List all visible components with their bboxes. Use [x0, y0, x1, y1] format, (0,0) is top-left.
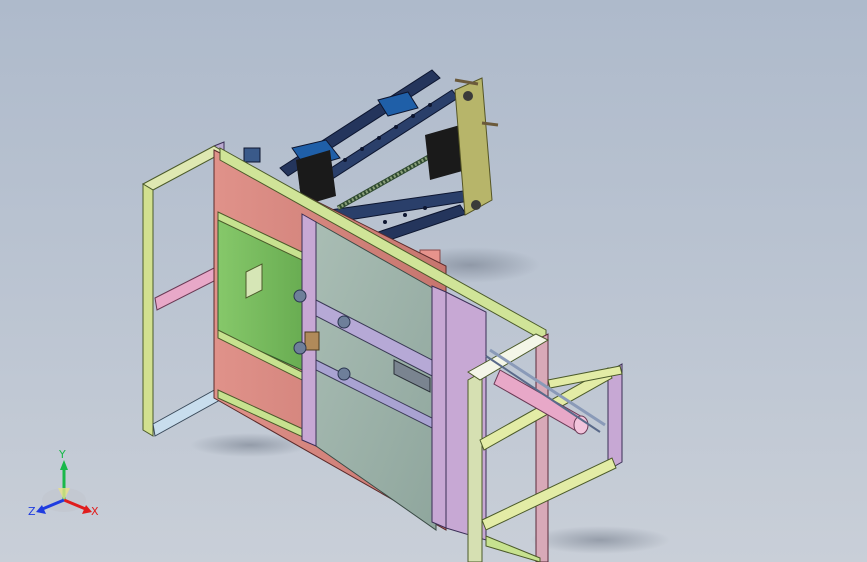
axis-triad [36, 460, 92, 514]
z-axis-label: Z [28, 505, 36, 518]
left-frame[interactable] [141, 141, 226, 437]
y-axis-arrow-icon [60, 460, 68, 470]
y-axis-label: Y [59, 448, 66, 461]
x-axis-label: X [91, 505, 99, 518]
cad-viewport[interactable]: Y X Z [0, 0, 867, 562]
assembly-model[interactable] [0, 0, 867, 562]
